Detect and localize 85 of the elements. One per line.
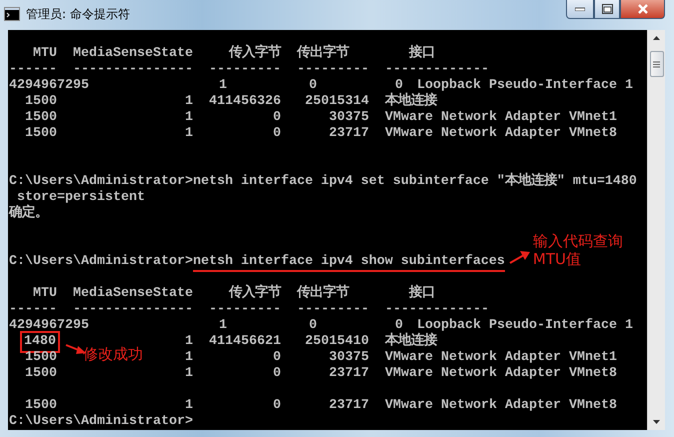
arrow-icon — [508, 250, 531, 264]
command-text: netsh interface ipv4 set subinterface "本地连接" mtu=1480 — [192, 174, 637, 191]
table-cell: 1 — [185, 126, 193, 142]
table-cell: 30375 — [329, 350, 369, 366]
column-header: 接口 — [409, 46, 435, 62]
column-rule: ------------- — [385, 62, 489, 78]
column-rule: --------- — [297, 62, 369, 78]
close-icon — [636, 4, 648, 14]
table-cell: 1500 — [25, 126, 57, 142]
column-header: MediaSenseState — [73, 46, 193, 62]
command-prompt: C:\Users\Administrator> — [9, 254, 193, 269]
maximize-icon — [602, 4, 612, 14]
scrollbar[interactable] — [647, 30, 665, 430]
column-header: 传入字节 — [229, 46, 281, 62]
column-header: 传出字节 — [297, 46, 349, 62]
table-cell: 411456621 — [209, 334, 281, 350]
table-cell: 1500 — [25, 398, 57, 414]
table-cell: 1480 — [23, 334, 57, 350]
column-rule: --------------- — [73, 62, 193, 78]
close-button[interactable] — [620, 0, 665, 19]
table-cell: 0 — [273, 350, 281, 366]
console-icon — [4, 7, 20, 21]
table-cell: 23717 — [329, 126, 369, 142]
table-cell-text: 0 — [395, 78, 403, 93]
column-header: 传出字节 — [297, 286, 349, 302]
table-cell: 本地连接 — [385, 334, 437, 350]
table-cell: 本地连接 — [385, 94, 437, 110]
table-cell: 1 — [219, 318, 227, 334]
table-cell: VMware Network Adapter VMnet8 — [385, 366, 617, 382]
table-cell: VMware Network Adapter VMnet1 — [385, 350, 617, 366]
table-cell: 1500 — [25, 350, 57, 366]
table-cell: 1500 — [25, 110, 57, 126]
table-cell: 0 — [273, 110, 281, 126]
column-header: 传入字节 — [229, 286, 281, 302]
table-cell-text: Loopback Pseudo-Interface 1 — [417, 318, 633, 333]
table-cell: 23717 — [329, 366, 369, 382]
table-cell: 0 — [309, 78, 317, 94]
scroll-thumb[interactable] — [650, 51, 664, 77]
column-header: 接口 — [409, 286, 435, 302]
column-rule: ------ — [9, 62, 57, 78]
table-cell: 4294967295 — [9, 78, 89, 94]
table-cell: 1 — [219, 78, 227, 94]
window-title: 管理员: 命令提示符 — [26, 6, 130, 22]
table-cell: 1500 — [25, 94, 57, 110]
column-rule: --------- — [297, 302, 369, 318]
minimize-icon — [575, 7, 585, 11]
annotation-note: 输入代码查询 MTU值 — [532, 232, 623, 268]
table-cell: 23717 — [329, 398, 369, 414]
column-rule: ------ — [9, 302, 57, 318]
column-header: MTU — [33, 46, 57, 62]
table-cell: VMware Network Adapter VMnet8 — [385, 398, 617, 414]
output-text: 确定。 — [9, 206, 48, 221]
table-cell: VMware Network Adapter VMnet8 — [385, 126, 617, 142]
table-cell: 0 — [273, 398, 281, 414]
maximize-button[interactable] — [594, 0, 620, 19]
table-cell-text: 0 — [395, 318, 403, 333]
minimize-button[interactable] — [566, 0, 594, 19]
table-cell-text: Loopback Pseudo-Interface 1 — [417, 78, 633, 93]
table-cell: VMware Network Adapter VMnet1 — [385, 110, 617, 126]
table-cell: 30375 — [329, 110, 369, 126]
table-cell: 25015314 — [305, 94, 369, 110]
column-header: MediaSenseState — [73, 286, 193, 302]
table-cell: 0 — [273, 126, 281, 142]
output-text: store=persistent — [16, 190, 145, 205]
annotation-note: 修改成功 — [83, 345, 143, 363]
command-prompt: C:\Users\Administrator> — [9, 174, 193, 189]
table-cell: 25015410 — [305, 334, 369, 350]
command-prompt: C:\Users\Administrator> — [9, 414, 193, 429]
column-header: MTU — [33, 286, 57, 302]
column-rule: --------- — [209, 62, 281, 78]
table-cell: 1 — [185, 398, 193, 414]
table-cell: 1 — [185, 110, 193, 126]
table-cell: 1 — [185, 94, 193, 110]
table-cell: 1500 — [25, 366, 57, 382]
table-cell: 0 — [273, 366, 281, 382]
command-text: netsh interface ipv4 show subinterfaces — [192, 254, 505, 272]
column-rule: --------- — [209, 302, 281, 318]
table-cell: 0 — [309, 318, 317, 334]
column-rule: ------------- — [385, 302, 489, 318]
table-cell: 1 — [185, 366, 193, 382]
table-cell: 4294967295 — [9, 318, 89, 334]
table-cell: 411456326 — [209, 94, 281, 110]
table-cell: 1 — [185, 334, 193, 350]
table-cell: 1 — [185, 350, 193, 366]
column-rule: --------------- — [73, 302, 193, 318]
